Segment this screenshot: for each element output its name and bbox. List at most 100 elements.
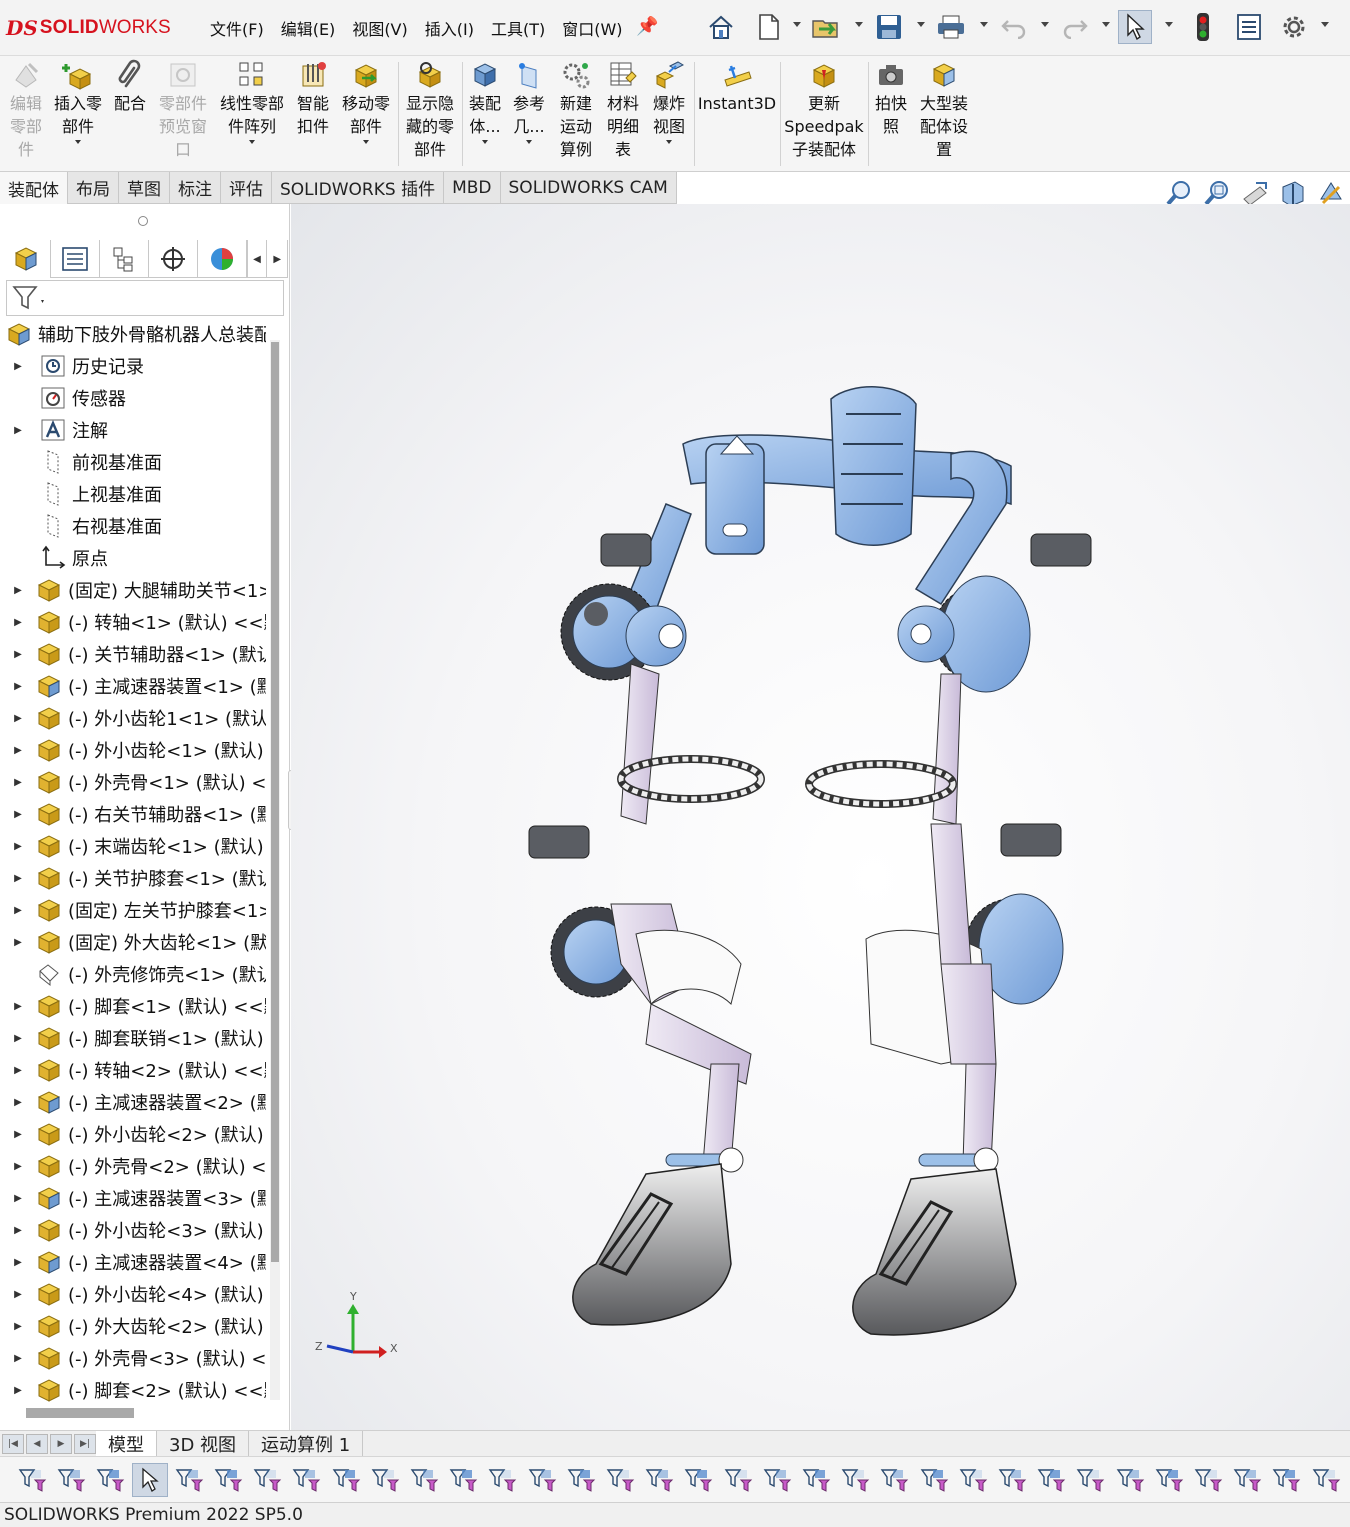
reference-geometry-caret[interactable] <box>526 140 532 144</box>
smart-fasteners-button[interactable]: 智能 扣件 <box>292 58 334 138</box>
expand-chevron-icon[interactable]: ▶ <box>10 1097 26 1108</box>
last-tab-icon[interactable]: ▶| <box>74 1433 96 1454</box>
expand-chevron-icon[interactable]: ▶ <box>10 649 26 660</box>
tree-item[interactable]: ▶ (-) 关节辅助器<1> (默认) <box>0 638 266 670</box>
assembly-features-caret[interactable] <box>482 140 488 144</box>
configuration-manager-icon[interactable] <box>100 240 149 278</box>
tree-item[interactable]: 上视基准面 <box>0 478 266 510</box>
tree-item[interactable]: ▶ (-) 外小齿轮<3> (默认) <box>0 1214 266 1246</box>
open-dropdown-caret[interactable] <box>855 22 863 27</box>
prev-tab-icon[interactable]: ◀ <box>26 1433 48 1454</box>
update-speedpak-button[interactable]: 更新 Speedpak 子装配体 <box>784 58 864 161</box>
tree-item[interactable]: ▶ (-) 脚套<2> (默认) <<默认> <box>0 1374 266 1404</box>
filter-geometric-tolerance-icon[interactable] <box>798 1463 834 1497</box>
dimxpert-icon[interactable] <box>149 240 198 278</box>
expand-chevron-icon[interactable]: ▶ <box>10 617 26 628</box>
select-caret-icon[interactable] <box>171 1463 207 1497</box>
filter-routing-icon[interactable] <box>1268 1463 1304 1497</box>
tabs-scroll-right-icon[interactable]: ▶ <box>267 240 289 278</box>
new-dropdown-caret[interactable] <box>793 22 801 27</box>
print-dropdown-caret[interactable] <box>980 22 988 27</box>
expand-chevron-icon[interactable]: ▶ <box>10 1353 26 1364</box>
tree-item[interactable]: ▶ (-) 外大齿轮<2> (默认) <box>0 1310 266 1342</box>
tree-filter[interactable] <box>6 280 284 316</box>
next-tab-icon[interactable]: ▶ <box>50 1433 72 1454</box>
tree-item[interactable]: ▶ (固定) 左关节护膝套<1> <box>0 894 266 926</box>
left-knee-actuator[interactable] <box>528 825 752 1085</box>
expand-chevron-icon[interactable]: ▶ <box>10 425 26 436</box>
select-disabled-icon[interactable] <box>210 1463 246 1497</box>
show-hidden-components-button[interactable]: 显示隐 藏的零 部件 <box>402 58 458 161</box>
right-knee-actuator[interactable] <box>865 823 1064 1065</box>
filter-dimensions-icon[interactable] <box>720 1463 756 1497</box>
expand-chevron-icon[interactable]: ▶ <box>10 873 26 884</box>
expand-chevron-icon[interactable]: ▶ <box>10 713 26 724</box>
save-dropdown-caret[interactable] <box>917 22 925 27</box>
filter-midpoints-icon[interactable] <box>602 1463 638 1497</box>
tree-item[interactable]: ▶ (-) 外壳骨<2> (默认) << <box>0 1150 266 1182</box>
options-gear-icon[interactable] <box>1277 10 1311 44</box>
first-tab-icon[interactable]: |◀ <box>2 1433 24 1454</box>
tree-item[interactable]: ▶ (-) 主减速器装置<2> (默认) <box>0 1086 266 1118</box>
tree-item[interactable]: ▶ (-) 主减速器装置<1> (默认) <box>0 670 266 702</box>
expand-chevron-icon[interactable]: ▶ <box>10 1001 26 1012</box>
tab-motion-study-1[interactable]: 运动算例 1 <box>249 1430 364 1457</box>
filter-surface-finish-icon[interactable] <box>759 1463 795 1497</box>
component-preview-button[interactable]: 零部件 预览窗 口 <box>155 58 211 161</box>
instant3d-button[interactable]: Instant3D <box>698 58 776 115</box>
tab-mbd[interactable]: MBD <box>444 172 501 204</box>
select-arrow-icon[interactable] <box>131 1463 168 1497</box>
filter-sketch-points-icon[interactable] <box>524 1463 560 1497</box>
filter-axes-icon[interactable] <box>445 1463 481 1497</box>
tree-item[interactable]: ▶ (-) 脚套联销<1> (默认) <box>0 1022 266 1054</box>
left-foot-shell[interactable] <box>572 1163 732 1326</box>
new-motion-study-button[interactable]: 新建 运动 算例 <box>555 58 597 161</box>
tabs-scroll-left-icon[interactable]: ◀ <box>246 240 268 278</box>
filter-toggle-icon[interactable] <box>14 1463 50 1497</box>
options-dropdown-caret[interactable] <box>1321 22 1329 27</box>
filter-planes-icon[interactable] <box>484 1463 520 1497</box>
tree-item[interactable]: (-) 外壳修饰壳<1> (默认) <box>0 958 266 990</box>
display-manager-icon[interactable] <box>198 240 247 278</box>
tab-sketch[interactable]: 草图 <box>119 172 170 204</box>
tab-3d-views[interactable]: 3D 视图 <box>157 1430 250 1457</box>
large-assembly-settings-button[interactable]: 大型装 配体设 置 <box>915 58 973 161</box>
filter-clear-icon[interactable] <box>53 1463 89 1497</box>
tree-item[interactable]: 前视基准面 <box>0 446 266 478</box>
linear-pattern-caret[interactable] <box>249 140 255 144</box>
home-icon[interactable] <box>704 10 738 44</box>
scrollbar-thumb[interactable] <box>271 342 279 1262</box>
expand-chevron-icon[interactable]: ▶ <box>10 905 26 916</box>
tree-item[interactable]: ▶ (-) 转轴<2> (默认) <<默认> <box>0 1054 266 1086</box>
tree-item[interactable]: ▶ (-) 末端齿轮<1> (默认) <box>0 830 266 862</box>
pelvis-frame[interactable] <box>620 386 1012 625</box>
graphics-area[interactable]: Y X Z <box>291 204 1350 1430</box>
tab-addins[interactable]: SOLIDWORKS 插件 <box>272 172 445 204</box>
filter-mate-icon[interactable] <box>1190 1463 1226 1497</box>
insert-components-button[interactable]: 插入零 部件 <box>50 58 106 144</box>
rebuild-traffic-light-icon[interactable] <box>1186 10 1220 44</box>
expand-chevron-icon[interactable]: ▶ <box>10 1193 26 1204</box>
tree-item[interactable]: ▶ (-) 外壳骨<1> (默认) << <box>0 766 266 798</box>
expand-chevron-icon[interactable]: ▶ <box>10 937 26 948</box>
tab-assembly[interactable]: 装配体 <box>0 172 68 204</box>
filter-all-icon[interactable] <box>92 1463 128 1497</box>
filter-sketch-segments-icon[interactable] <box>563 1463 599 1497</box>
linear-pattern-button[interactable]: 线性零部 件阵列 <box>216 58 288 144</box>
expand-chevron-icon[interactable]: ▶ <box>10 1129 26 1140</box>
tree-item[interactable]: ▶ (-) 脚套<1> (默认) <<默认> <box>0 990 266 1022</box>
tree-item[interactable]: ▶ (-) 转轴<1> (默认) <<默认> <box>0 606 266 638</box>
expand-chevron-icon[interactable]: ▶ <box>10 681 26 692</box>
tree-item[interactable]: ▶ (-) 外小齿轮1<1> (默认) <box>0 702 266 734</box>
tree-item[interactable]: ▶ (-) 主减速器装置<3> (默认) <box>0 1182 266 1214</box>
redo-icon[interactable] <box>1058 10 1092 44</box>
undo-dropdown-caret[interactable] <box>1041 22 1049 27</box>
tab-evaluate[interactable]: 评估 <box>221 172 272 204</box>
print-icon[interactable] <box>934 10 968 44</box>
tree-item[interactable]: ▶ (-) 右关节辅助器<1> (默认) <box>0 798 266 830</box>
filter-solids-icon[interactable] <box>406 1463 442 1497</box>
redo-dropdown-caret[interactable] <box>1102 22 1110 27</box>
tab-layout[interactable]: 布局 <box>68 172 119 204</box>
filter-center-marks-icon[interactable] <box>641 1463 677 1497</box>
edit-component-button[interactable]: 编辑 零部 件 <box>6 58 46 161</box>
